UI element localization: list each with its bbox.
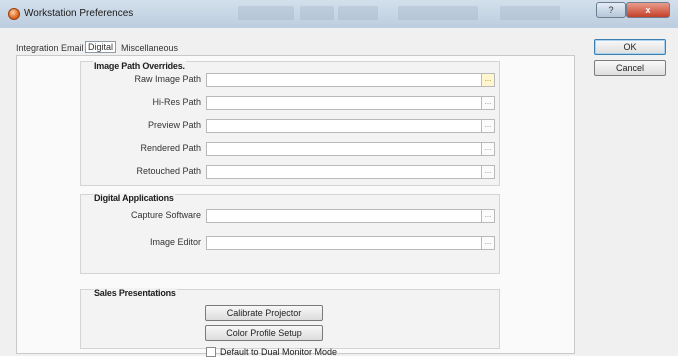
group-title: Digital Applications (93, 193, 175, 203)
rendered-path-browse-button[interactable]: ... (482, 142, 495, 156)
app-icon (8, 8, 20, 20)
dialog-body: Integration Email Digital Miscellaneous … (0, 28, 678, 357)
title-bar: Workstation Preferences ? x (0, 0, 678, 29)
preview-path-browse-button[interactable]: ... (482, 119, 495, 133)
tab-email[interactable]: Email (61, 43, 84, 53)
capture-software-input[interactable] (206, 209, 482, 223)
image-editor-browse-button[interactable]: ... (482, 236, 495, 250)
background-window-blur (398, 6, 478, 20)
tab-miscellaneous[interactable]: Miscellaneous (121, 43, 178, 53)
close-button[interactable]: x (626, 2, 670, 18)
retouched-path-label: Retouched Path (136, 166, 201, 176)
hi-res-path-label: Hi-Res Path (152, 97, 201, 107)
window-title: Workstation Preferences (24, 8, 134, 19)
background-window-blur (300, 6, 334, 20)
image-path-overrides-group: Image Path Overrides. Raw Image Path ...… (80, 61, 500, 186)
digital-tab-panel: Image Path Overrides. Raw Image Path ...… (16, 55, 575, 357)
raw-image-path-label: Raw Image Path (134, 74, 201, 84)
tab-integration[interactable]: Integration (16, 43, 59, 53)
group-title: Image Path Overrides. (93, 61, 186, 71)
raw-image-path-input[interactable] (206, 73, 482, 87)
background-window-blur (500, 6, 560, 20)
rendered-path-label: Rendered Path (140, 143, 201, 153)
tab-digital[interactable]: Digital (85, 41, 117, 53)
color-profile-setup-button[interactable]: Color Profile Setup (205, 325, 323, 341)
sales-presentations-group: Sales Presentations Calibrate Projector … (80, 288, 500, 349)
preview-path-input[interactable] (206, 119, 482, 133)
retouched-path-input[interactable] (206, 165, 482, 179)
calibrate-projector-button[interactable]: Calibrate Projector (205, 305, 323, 321)
hi-res-path-browse-button[interactable]: ... (482, 96, 495, 110)
capture-software-label: Capture Software (130, 210, 201, 220)
background-window-blur (338, 6, 378, 20)
hi-res-path-input[interactable] (206, 96, 482, 110)
image-editor-label: Image Editor (149, 237, 201, 247)
digital-applications-group: Digital Applications Capture Software ..… (80, 193, 500, 274)
preview-path-label: Preview Path (147, 120, 201, 130)
ok-button[interactable]: OK (594, 39, 666, 55)
group-title: Sales Presentations (93, 288, 177, 298)
retouched-path-browse-button[interactable]: ... (482, 165, 495, 179)
background-window-blur (238, 6, 294, 20)
cancel-button[interactable]: Cancel (594, 60, 666, 76)
help-button[interactable]: ? (596, 2, 626, 18)
raw-image-path-browse-button[interactable]: ... (482, 73, 495, 87)
image-editor-input[interactable] (206, 236, 482, 250)
rendered-path-input[interactable] (206, 142, 482, 156)
capture-software-browse-button[interactable]: ... (482, 209, 495, 223)
